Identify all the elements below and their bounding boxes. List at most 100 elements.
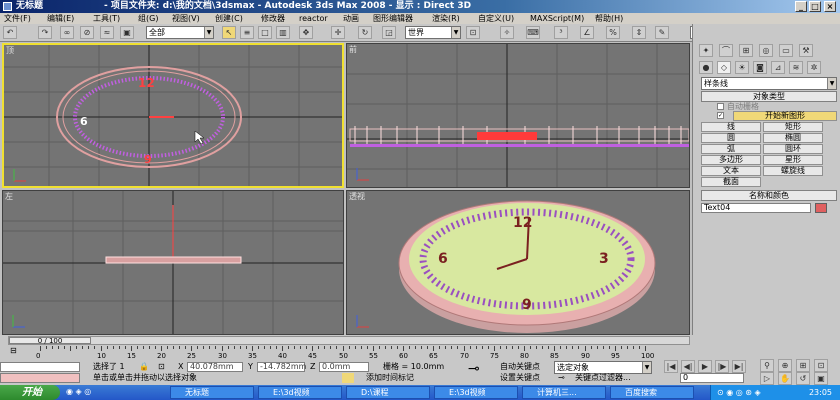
cameras-icon[interactable]: ◙ <box>753 61 767 74</box>
viewport-front[interactable]: 前 <box>346 43 690 188</box>
percent-snap-icon[interactable]: % <box>606 26 620 39</box>
reference-coord-dropdown[interactable]: 世界 ▼ <box>405 26 461 39</box>
bind-space-warp-icon[interactable]: ≈ <box>100 26 114 39</box>
object-color-swatch[interactable] <box>815 203 827 213</box>
star-button[interactable]: 星形 <box>763 155 823 165</box>
move-icon[interactable]: ✛ <box>331 26 345 39</box>
selection-filter-dropdown[interactable]: 全部 ▼ <box>146 26 214 39</box>
menu-maxscript[interactable]: MAXScript(M) <box>530 13 584 24</box>
task-item-folder-3[interactable]: E:\3d视频 <box>434 386 518 399</box>
utilities-tab-icon[interactable]: ⚒ <box>799 44 813 57</box>
display-tab-icon[interactable]: ▭ <box>779 44 793 57</box>
zoom-extents-icon[interactable]: ⊞ <box>796 359 810 372</box>
lights-icon[interactable]: ☀ <box>735 61 749 74</box>
go-to-start-icon[interactable]: |◀ <box>664 360 678 373</box>
space-warps-icon[interactable]: ≋ <box>789 61 803 74</box>
start-new-shape-button[interactable]: 开始新图形 <box>733 111 837 121</box>
current-frame-field[interactable]: 0 <box>680 373 744 383</box>
pan-icon[interactable]: ✋ <box>778 372 792 385</box>
maximize-viewport-icon[interactable]: ▣ <box>814 372 828 385</box>
key-filters-button[interactable]: 关键点过滤器... <box>575 373 631 383</box>
previous-frame-icon[interactable]: ◀| <box>681 360 695 373</box>
systems-icon[interactable]: ✲ <box>807 61 821 74</box>
line-button[interactable]: 线 <box>701 122 761 132</box>
ellipse-button[interactable]: 椭圆 <box>763 133 823 143</box>
start-new-shape-checkbox[interactable]: ✓ <box>717 112 724 119</box>
time-slider-track[interactable]: 0 / 100 <box>8 336 690 345</box>
task-item-folder-1[interactable]: E:\3d视频 <box>258 386 342 399</box>
viewport-top[interactable]: 顶 12 9 6 <box>2 43 344 188</box>
helpers-icon[interactable]: ⊿ <box>771 61 785 74</box>
menu-group[interactable]: 组(G) <box>138 13 158 24</box>
viewport-left[interactable]: 左 <box>2 190 344 335</box>
arc-button[interactable]: 弧 <box>701 144 761 154</box>
key-icon[interactable]: ⊸ <box>558 373 565 383</box>
menu-animation[interactable]: 动画 <box>343 13 359 24</box>
angle-snap-icon[interactable]: ∠ <box>580 26 594 39</box>
auto-key-button[interactable]: 自动关键点 <box>500 362 540 372</box>
spinner-snap-icon[interactable]: ⇕ <box>632 26 646 39</box>
unlink-icon[interactable]: ⊘ <box>80 26 94 39</box>
object-category-dropdown[interactable]: 样条线 ▼ <box>701 77 837 90</box>
keyboard-shortcut-icon[interactable]: ⌨ <box>526 26 540 39</box>
geometry-icon[interactable]: ● <box>699 61 713 74</box>
pivot-center-icon[interactable]: ⊡ <box>466 26 480 39</box>
create-tab-icon[interactable]: ✦ <box>699 44 713 57</box>
maxscript-listener-field[interactable] <box>0 362 80 372</box>
zoom-all-icon[interactable]: ⊕ <box>778 359 792 372</box>
window-crossing-icon[interactable]: ▥ <box>276 26 290 39</box>
timeline-ruler[interactable]: 0 10 15 20 25 30 35 40 45 50 55 60 65 70 75 80 85 90 95 100 <box>36 346 655 362</box>
menu-modifiers[interactable]: 修改器 <box>261 13 285 24</box>
donut-button[interactable]: 圆环 <box>763 144 823 154</box>
select-by-name-icon[interactable]: ≡ <box>240 26 254 39</box>
key-mode-icon[interactable]: ⊸ <box>468 362 480 376</box>
menu-create[interactable]: 创建(C) <box>215 13 243 24</box>
close-icon[interactable]: × <box>824 1 836 12</box>
menu-reactor[interactable]: reactor <box>299 13 328 24</box>
x-coordinate-field[interactable]: 40.078mm <box>187 362 243 372</box>
select-move-icon[interactable]: ✥ <box>299 26 313 39</box>
task-item-browser[interactable]: 百度搜索 <box>610 386 694 399</box>
object-type-rollout-header[interactable]: 对象类型 <box>701 91 837 102</box>
task-item-folder-2[interactable]: D:\课程 <box>346 386 430 399</box>
section-button[interactable]: 截面 <box>701 177 761 187</box>
modify-tab-icon[interactable]: ⌒ <box>719 44 733 57</box>
tray-icons[interactable]: ⊙ ◉ ◎ ⊛ ◈ <box>717 385 761 400</box>
link-icon[interactable]: ∞ <box>60 26 74 39</box>
z-coordinate-field[interactable]: 0.0mm <box>319 362 369 372</box>
add-time-tag[interactable]: 添加时间标记 <box>366 373 414 383</box>
menu-tools[interactable]: 工具(T) <box>93 13 120 24</box>
menu-help[interactable]: 帮助(H) <box>595 13 623 24</box>
y-coordinate-field[interactable]: -14.782mm <box>257 362 306 372</box>
field-of-view-icon[interactable]: ▷ <box>760 372 774 385</box>
quick-launch-icons[interactable]: ◉ ◈ ◎ <box>66 387 91 397</box>
menu-edit[interactable]: 编辑(E) <box>47 13 74 24</box>
hierarchy-tab-icon[interactable]: ⊞ <box>739 44 753 57</box>
menu-graph-editors[interactable]: 图形编辑器 <box>373 13 413 24</box>
time-tag-icon[interactable] <box>342 373 354 383</box>
task-item-max[interactable]: 无标题 <box>170 386 254 399</box>
circle-button[interactable]: 圆 <box>701 133 761 143</box>
menu-rendering[interactable]: 渲染(R) <box>432 13 460 24</box>
time-slider-thumb[interactable]: 0 / 100 <box>9 337 91 345</box>
orbit-icon[interactable]: ↺ <box>796 372 810 385</box>
task-item-word[interactable]: 计算机三... <box>522 386 606 399</box>
rectangle-button[interactable]: 矩形 <box>763 122 823 132</box>
shapes-icon[interactable]: ◇ <box>717 61 731 74</box>
maxscript-output-field[interactable] <box>0 373 80 383</box>
menu-file[interactable]: 文件(F) <box>4 13 31 24</box>
start-button[interactable]: 开始 <box>0 385 60 400</box>
text-button[interactable]: 文本 <box>701 166 761 176</box>
snap-toggle-icon[interactable]: ³ <box>554 26 568 39</box>
scale-icon[interactable]: ◲ <box>382 26 396 39</box>
menu-views[interactable]: 视图(V) <box>172 13 200 24</box>
lock-selection-icon[interactable]: 🔒 <box>139 362 149 372</box>
ngon-button[interactable]: 多边形 <box>701 155 761 165</box>
rect-selection-icon[interactable]: □ <box>258 26 272 39</box>
select-icon[interactable]: ▣ <box>120 26 134 39</box>
zoom-extents-all-icon[interactable]: ⊡ <box>814 359 828 372</box>
named-selection-icon[interactable]: ✎ <box>655 26 669 39</box>
menu-customize[interactable]: 自定义(U) <box>478 13 514 24</box>
absolute-mode-icon[interactable]: ⊡ <box>158 362 165 372</box>
select-manipulate-icon[interactable]: ✧ <box>500 26 514 39</box>
